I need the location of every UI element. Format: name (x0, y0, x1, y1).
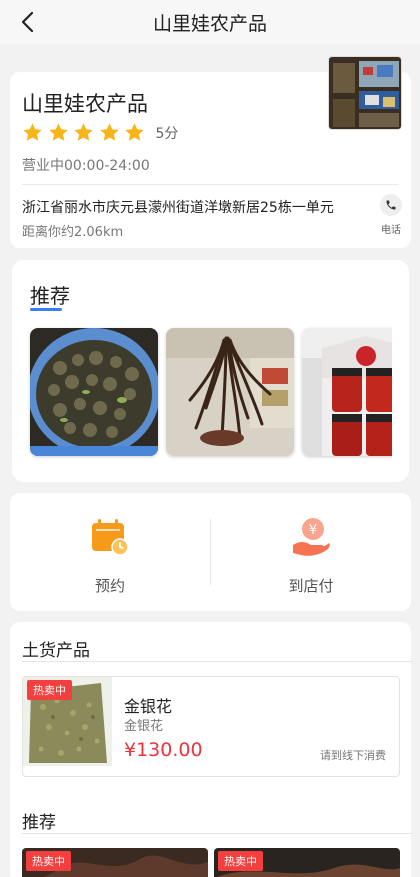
yuan-hand-icon: ¥ (293, 518, 330, 556)
business-hours: 营业中00:00-24:00 (22, 158, 150, 174)
shop-distance: 距离你约2.06km (22, 225, 124, 240)
rating-stars: 5分 (22, 122, 178, 143)
product-item[interactable]: 热卖中 金银花 金银花 ¥130.00 请到线下消费 (22, 676, 400, 777)
shop-address[interactable]: 浙江省丽水市庆元县濛州街道洋墩新居25栋一单元 (22, 197, 334, 217)
product-price: ¥130.00 (124, 739, 203, 761)
divider (22, 661, 412, 662)
divider (22, 833, 412, 834)
product-note: 请到线下消费 (320, 749, 386, 762)
recommend-title: 推荐 (30, 284, 70, 308)
hot-sale-badge: 热卖中 (218, 851, 263, 871)
star-icon (99, 123, 119, 141)
product-name: 金银花 (124, 697, 173, 716)
nav-bar: 山里娃农产品 (0, 0, 420, 44)
star-icon (48, 123, 68, 141)
pay-in-store-label: 到店付 (288, 577, 334, 595)
shop-info-card: 山里娃农产品 5分 营业中00:00-24:00 浙江省丽水市庆元县濛州街道洋墩… (10, 56, 411, 248)
rating-text: 5分 (155, 125, 179, 142)
recommend-title-underline (30, 308, 62, 311)
svg-text:¥: ¥ (309, 523, 317, 538)
star-icon (74, 123, 93, 141)
product-subtitle: 金银花 (124, 719, 164, 734)
products-section-title: 土货产品 (22, 641, 90, 661)
recommend-carousel[interactable] (28, 326, 392, 460)
recommend-image-chili-sauce[interactable] (302, 328, 392, 456)
recommend-image-snails[interactable] (30, 328, 158, 456)
page-title: 山里娃农产品 (152, 12, 267, 35)
hot-sale-badge: 热卖中 (27, 680, 72, 700)
phone-label: 电话 (381, 225, 401, 236)
recommend-card: 推荐 (12, 260, 409, 482)
recommend-image-dried-herbs[interactable] (166, 328, 294, 456)
star-icon (23, 123, 42, 141)
phone-icon-circle (380, 194, 402, 216)
shop-storefront-photo[interactable] (328, 56, 402, 130)
recommend-product-card[interactable]: 热卖中 (214, 848, 400, 877)
reserve-button[interactable]: 预约 (10, 493, 210, 611)
pay-in-store-button[interactable]: ¥ 到店付 (211, 493, 411, 611)
reserve-label: 预约 (94, 577, 125, 595)
hot-sale-badge: 热卖中 (26, 851, 71, 871)
products-card: 土货产品 热卖中 金银花 金银花 ¥130.00 请到线下消费 推荐 热卖中 热… (10, 622, 412, 877)
calendar-icon (92, 519, 129, 556)
actions-card: 预约 ¥ 到店付 (10, 493, 411, 611)
divider (22, 184, 399, 185)
star-icon (125, 123, 144, 141)
recommend-product-card[interactable]: 热卖中 (22, 848, 208, 877)
shop-name: 山里娃农产品 (22, 92, 148, 116)
phone-button[interactable]: 电话 (376, 194, 406, 236)
back-button[interactable] (14, 8, 42, 36)
phone-icon (386, 200, 396, 210)
recommend-section-title: 推荐 (22, 813, 56, 833)
chevron-left-icon (21, 11, 34, 33)
